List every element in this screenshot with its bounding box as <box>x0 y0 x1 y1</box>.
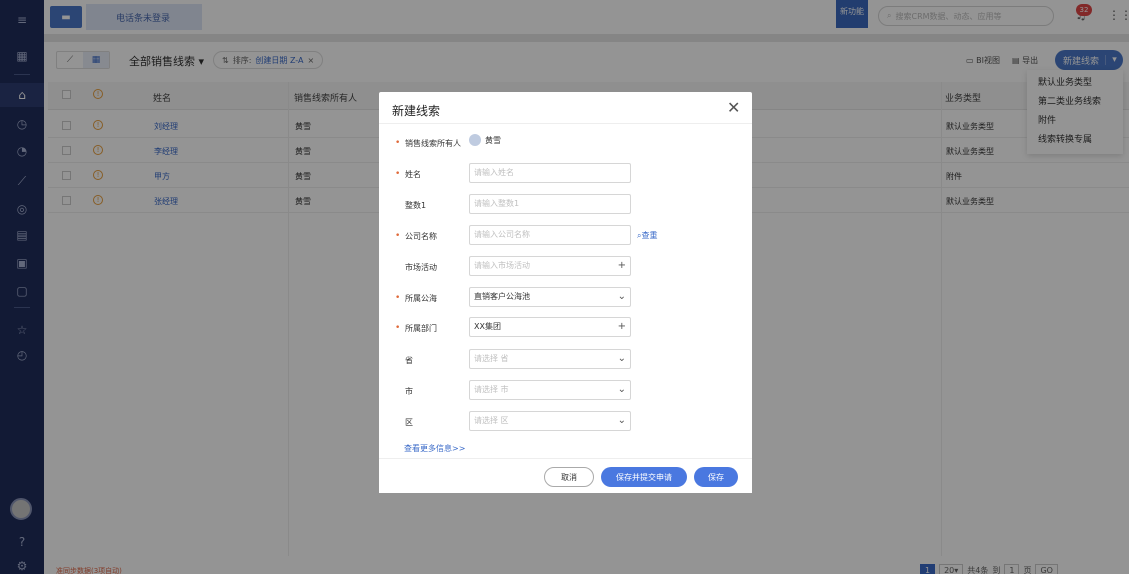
chevron-down-icon: ⌄ <box>617 384 626 395</box>
close-icon[interactable]: ✕ <box>727 98 740 117</box>
owner-value[interactable]: 黄雪 <box>469 134 501 146</box>
field-pool: • 所属公海 直销客户公海池 ⌄ <box>379 287 752 309</box>
field-owner: • 销售线索所有人 黄雪 <box>379 132 752 154</box>
save-and-submit-button[interactable]: 保存并提交申请 <box>601 467 687 487</box>
dialog-title: 新建线索 <box>392 104 441 118</box>
field-campaign: 市场活动 请输入市场活动 + <box>379 256 752 278</box>
required-mark: • <box>395 169 401 179</box>
plus-icon[interactable]: + <box>618 318 626 336</box>
field-label: 整数1 <box>405 201 427 210</box>
district-placeholder: 请选择 区 <box>474 416 509 425</box>
duplicate-check-label: 查重 <box>641 231 658 240</box>
field-department: • 所属部门 XX集团 + <box>379 317 752 339</box>
field-label: 公司名称 <box>405 232 437 241</box>
department-value: XX集团 <box>474 322 501 331</box>
field-label: 所属公海 <box>405 294 437 303</box>
dialog-body: • 销售线索所有人 黄雪 • 姓名 请输入姓名 整数1 请输入整数1 • 公司名… <box>379 125 752 457</box>
field-label: 销售线索所有人 <box>405 139 461 148</box>
pool-value: 直销客户公海池 <box>474 292 530 301</box>
owner-name: 黄雪 <box>485 135 501 145</box>
field-integer: 整数1 请输入整数1 <box>379 194 752 216</box>
company-input[interactable]: 请输入公司名称 <box>469 225 631 245</box>
duplicate-check-button[interactable]: ⌕查重 <box>637 230 657 241</box>
field-company: • 公司名称 请输入公司名称 ⌕查重 <box>379 225 752 247</box>
chevron-down-icon: ⌄ <box>617 291 626 302</box>
name-input[interactable]: 请输入姓名 <box>469 163 631 183</box>
campaign-placeholder: 请输入市场活动 <box>474 261 530 270</box>
more-info-link[interactable]: 查看更多信息>> <box>404 443 465 454</box>
owner-avatar <box>469 134 481 146</box>
field-label: 省 <box>405 356 413 365</box>
dialog-header: 新建线索 ✕ <box>379 92 752 124</box>
required-mark: • <box>395 323 401 333</box>
chevron-down-icon: ⌄ <box>617 353 626 364</box>
field-label: 市场活动 <box>405 263 437 272</box>
save-button[interactable]: 保存 <box>694 467 738 487</box>
cancel-button[interactable]: 取消 <box>544 467 594 487</box>
field-label: 市 <box>405 387 413 396</box>
province-placeholder: 请选择 省 <box>474 354 509 363</box>
chevron-down-icon: ⌄ <box>617 415 626 426</box>
field-label: 所属部门 <box>405 324 437 333</box>
field-city: 市 请选择 市 ⌄ <box>379 380 752 402</box>
plus-icon[interactable]: + <box>618 257 626 275</box>
field-name: • 姓名 请输入姓名 <box>379 163 752 185</box>
field-label: 姓名 <box>405 170 421 179</box>
campaign-input[interactable]: 请输入市场活动 + <box>469 256 631 276</box>
field-province: 省 请选择 省 ⌄ <box>379 349 752 371</box>
district-select[interactable]: 请选择 区 ⌄ <box>469 411 631 431</box>
field-label: 区 <box>405 418 413 427</box>
pool-select[interactable]: 直销客户公海池 ⌄ <box>469 287 631 307</box>
city-select[interactable]: 请选择 市 ⌄ <box>469 380 631 400</box>
required-mark: • <box>395 293 401 303</box>
required-mark: • <box>395 231 401 241</box>
department-input[interactable]: XX集团 + <box>469 317 631 337</box>
required-mark: • <box>395 138 401 148</box>
dialog-footer: 取消 保存并提交申请 保存 <box>379 458 752 493</box>
new-lead-dialog: 新建线索 ✕ • 销售线索所有人 黄雪 • 姓名 请输入姓名 整数1 请输入整数… <box>379 92 752 493</box>
integer-input[interactable]: 请输入整数1 <box>469 194 631 214</box>
field-district: 区 请选择 区 ⌄ <box>379 411 752 433</box>
province-select[interactable]: 请选择 省 ⌄ <box>469 349 631 369</box>
city-placeholder: 请选择 市 <box>474 385 509 394</box>
